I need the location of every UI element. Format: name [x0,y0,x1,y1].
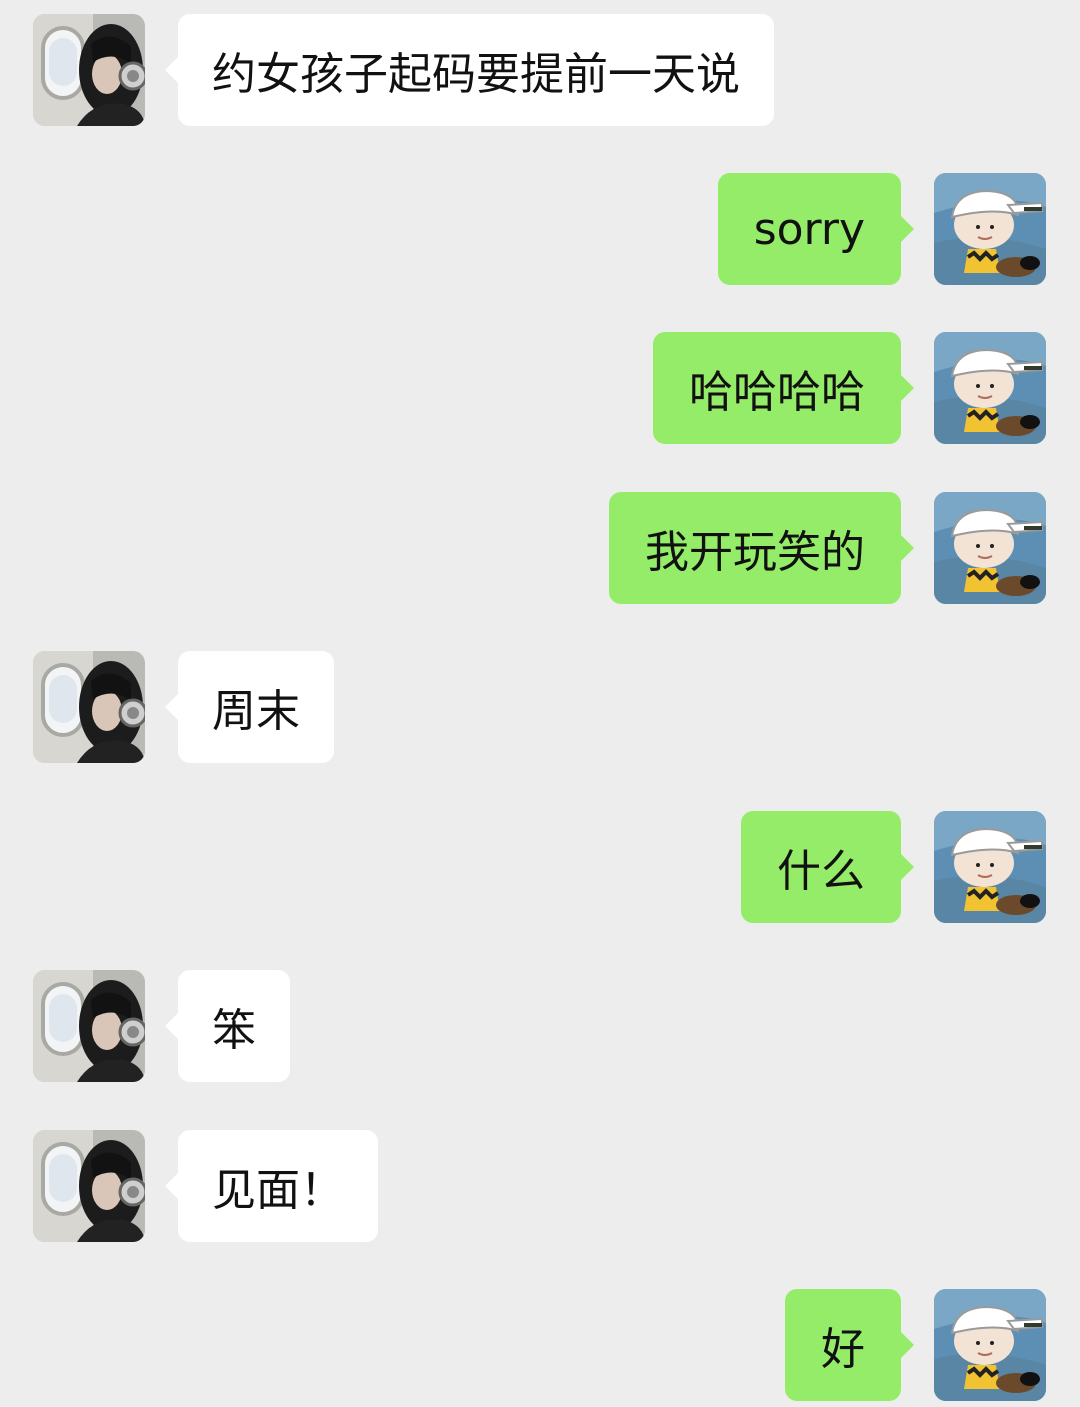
message-row: 哈哈哈哈 [0,332,1080,444]
my-avatar[interactable] [934,811,1046,923]
message-row: 什么 [0,811,1080,923]
my-avatar-image [934,332,1046,444]
incoming-message-bubble[interactable]: 笨 [165,970,290,1082]
my-avatar-image [934,173,1046,285]
my-avatar[interactable] [934,173,1046,285]
contact-avatar-image [33,651,145,763]
message-row: sorry [0,173,1080,285]
contact-avatar[interactable] [33,14,145,126]
my-avatar-image [934,1289,1046,1401]
my-avatar[interactable] [934,332,1046,444]
message-row: 我开玩笑的 [0,492,1080,604]
my-avatar-image [934,811,1046,923]
contact-avatar-image [33,14,145,126]
my-avatar[interactable] [934,492,1046,604]
outgoing-message-bubble[interactable]: 什么 [741,811,914,923]
contact-avatar-image [33,1130,145,1242]
contact-avatar-image [33,970,145,1082]
incoming-message-bubble[interactable]: 周末 [165,651,334,763]
outgoing-message-bubble[interactable]: 哈哈哈哈 [653,332,914,444]
message-row: 笨 [0,970,1080,1082]
message-row: 约女孩子起码要提前一天说 [0,14,1080,126]
message-row: 好 [0,1289,1080,1401]
outgoing-message-bubble[interactable]: 我开玩笑的 [609,492,914,604]
outgoing-message-bubble[interactable]: sorry [717,173,915,285]
contact-avatar[interactable] [33,970,145,1082]
contact-avatar[interactable] [33,1130,145,1242]
my-avatar-image [934,492,1046,604]
message-row: 周末 [0,651,1080,763]
message-row: 见面！ [0,1130,1080,1242]
outgoing-message-bubble[interactable]: 好 [785,1289,914,1401]
incoming-message-bubble[interactable]: 约女孩子起码要提前一天说 [165,14,774,126]
incoming-message-bubble[interactable]: 见面！ [165,1130,378,1242]
chat-conversation: 约女孩子起码要提前一天说 sorry 哈哈哈哈 我开玩笑的 周末 什么 笨 见面… [0,0,1080,1407]
contact-avatar[interactable] [33,651,145,763]
my-avatar[interactable] [934,1289,1046,1401]
